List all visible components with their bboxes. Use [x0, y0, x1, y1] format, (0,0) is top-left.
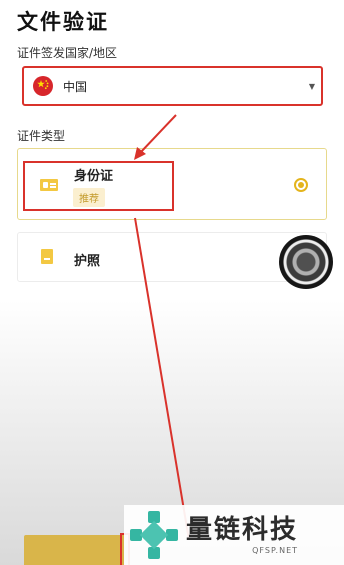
confirm-button[interactable]	[24, 535, 124, 565]
watermark: 量链科技 QFSP.NET	[124, 505, 344, 565]
watermark-brand: 量链科技	[186, 515, 299, 545]
annotation-arrows	[134, 114, 190, 541]
brand-logo-icon	[130, 511, 178, 559]
arrow-to-confirm-button	[134, 217, 190, 541]
arrow-to-id-card	[139, 114, 177, 154]
watermark-domain: QFSP.NET	[252, 546, 299, 555]
